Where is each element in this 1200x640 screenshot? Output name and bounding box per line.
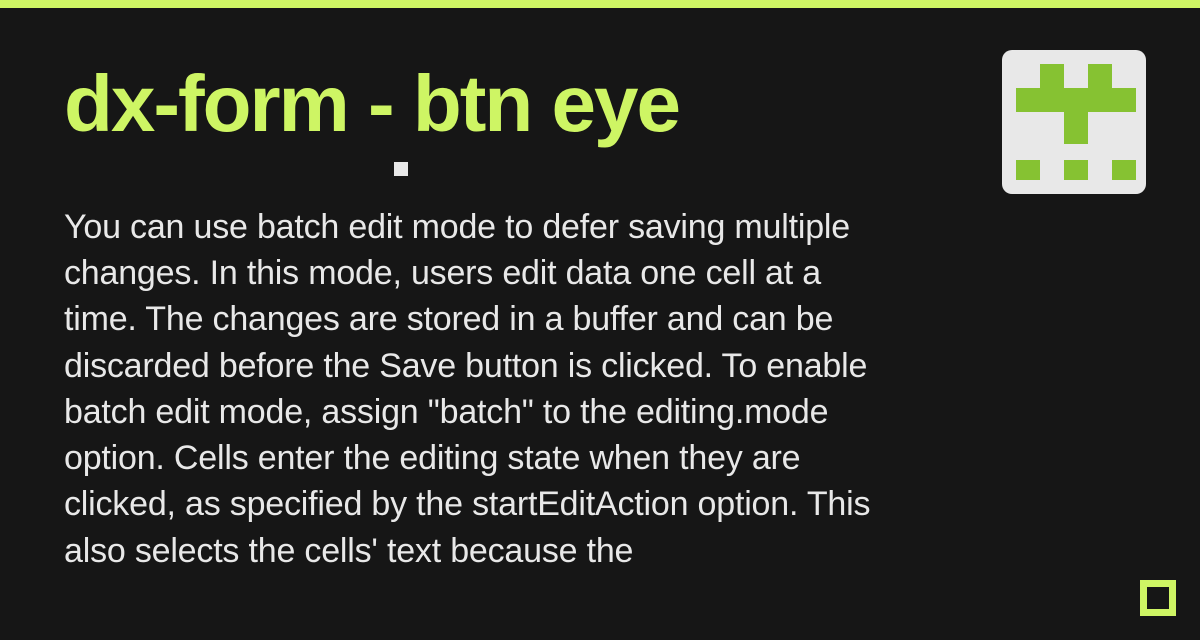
corner-square-icon — [1140, 580, 1176, 616]
brand-logo — [1002, 50, 1146, 194]
body-text: You can use batch edit mode to defer sav… — [64, 204, 894, 574]
page-title: dx-form - btn eye — [64, 64, 1136, 144]
logo-icon — [1016, 64, 1132, 180]
accent-top-bar — [0, 0, 1200, 8]
cursor-blinker — [394, 162, 408, 176]
content-area: dx-form - btn eye You can use batch edit… — [0, 8, 1200, 574]
